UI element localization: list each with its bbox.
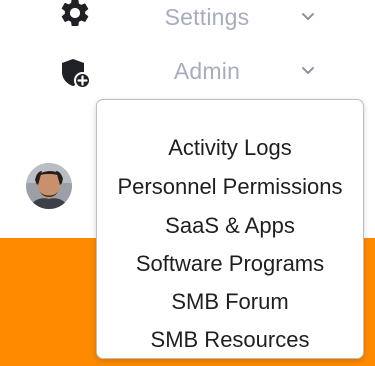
menu-item-smb-forum[interactable]: SMB Forum — [97, 289, 363, 315]
nav-item-admin[interactable]: Admin — [0, 52, 375, 92]
menu-item-software-programs[interactable]: Software Programs — [97, 251, 363, 277]
chevron-down-icon[interactable] — [299, 64, 317, 78]
gear-icon — [58, 0, 92, 30]
shield-plus-icon — [58, 56, 92, 90]
menu-item-activity-logs[interactable]: Activity Logs — [97, 135, 363, 161]
chevron-down-icon[interactable] — [299, 10, 317, 24]
menu-item-smb-resources[interactable]: SMB Resources — [97, 327, 363, 353]
admin-dropdown-menu: Activity Logs Personnel Permissions SaaS… — [96, 99, 364, 359]
avatar[interactable] — [26, 163, 72, 209]
nav-label-settings: Settings — [164, 4, 250, 30]
menu-item-saas-apps[interactable]: SaaS & Apps — [97, 213, 363, 239]
nav-item-settings[interactable]: Settings — [0, 0, 375, 40]
menu-item-personnel-permissions[interactable]: Personnel Permissions — [97, 174, 363, 200]
nav-label-admin: Admin — [173, 58, 241, 84]
